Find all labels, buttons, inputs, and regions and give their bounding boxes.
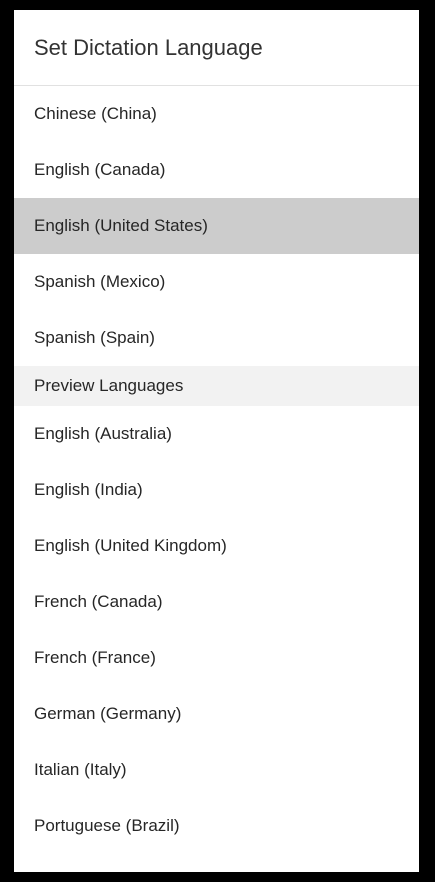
- language-item-english-australia[interactable]: English (Australia): [14, 406, 419, 462]
- menu-title: Set Dictation Language: [14, 10, 419, 86]
- language-item-spanish-mexico[interactable]: Spanish (Mexico): [14, 254, 419, 310]
- preview-languages-header: Preview Languages: [14, 366, 419, 406]
- language-item-chinese-china[interactable]: Chinese (China): [14, 86, 419, 142]
- language-item-english-india[interactable]: English (India): [14, 462, 419, 518]
- language-item-english-united-states[interactable]: English (United States): [14, 198, 419, 254]
- preview-language-list: English (Australia) English (India) Engl…: [14, 406, 419, 854]
- language-item-french-france[interactable]: French (France): [14, 630, 419, 686]
- language-list: Chinese (China) English (Canada) English…: [14, 86, 419, 366]
- language-item-english-canada[interactable]: English (Canada): [14, 142, 419, 198]
- language-item-english-united-kingdom[interactable]: English (United Kingdom): [14, 518, 419, 574]
- language-item-italian-italy[interactable]: Italian (Italy): [14, 742, 419, 798]
- language-item-spanish-spain[interactable]: Spanish (Spain): [14, 310, 419, 366]
- language-item-french-canada[interactable]: French (Canada): [14, 574, 419, 630]
- language-item-german-germany[interactable]: German (Germany): [14, 686, 419, 742]
- dictation-language-menu: Set Dictation Language Chinese (China) E…: [14, 10, 419, 872]
- language-item-portuguese-brazil[interactable]: Portuguese (Brazil): [14, 798, 419, 854]
